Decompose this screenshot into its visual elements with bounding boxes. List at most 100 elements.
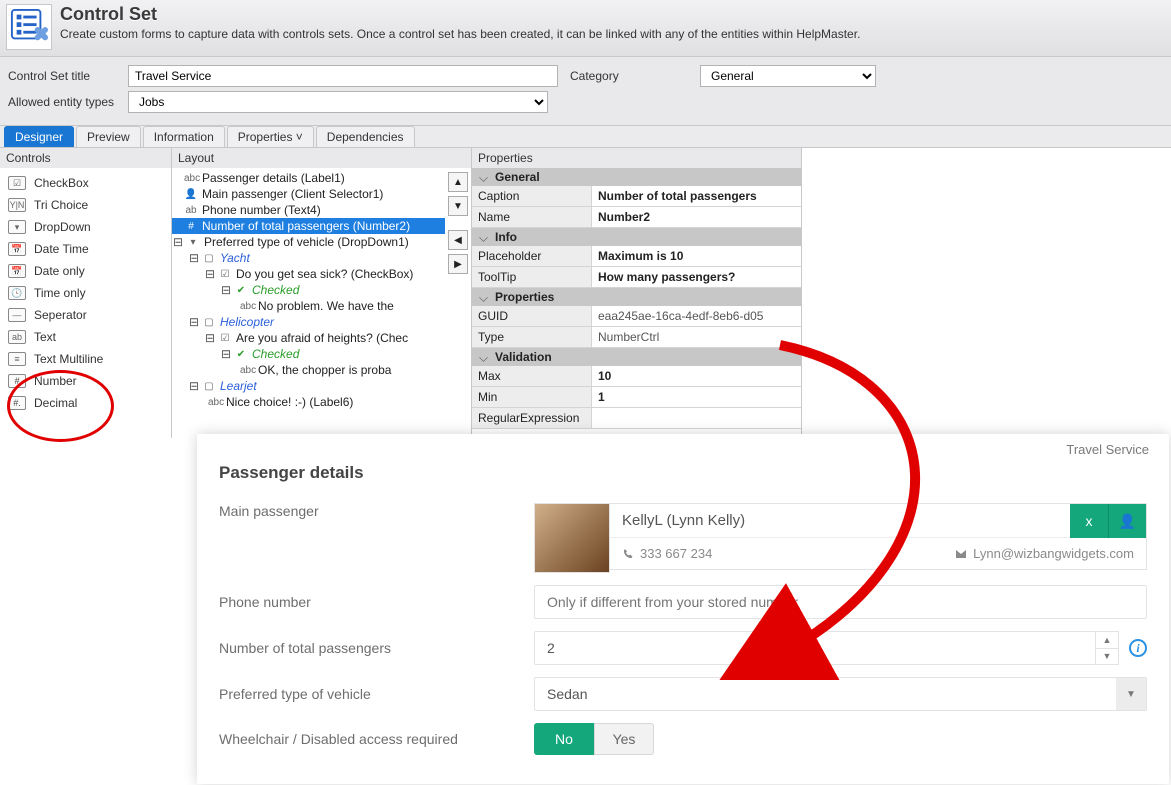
app-header: Control Set Create custom forms to captu… [0, 0, 1171, 57]
config-area: Control Set title Category General Allow… [0, 57, 1171, 126]
panel-headers: Controls Layout Properties [0, 148, 1171, 168]
toggle-yes-button[interactable]: Yes [594, 723, 654, 755]
prop-max-value[interactable]: 10 [592, 366, 801, 386]
control-label: Date Time [34, 242, 89, 256]
control-trichoice[interactable]: Y|NTri Choice [4, 194, 167, 216]
tree-node[interactable]: ⊟✔Checked [172, 282, 445, 298]
chevron-down-icon[interactable]: ▼ [1116, 678, 1146, 710]
tree-label: Number of total passengers (Number2) [202, 219, 410, 233]
control-checkbox[interactable]: ☑CheckBox [4, 172, 167, 194]
prop-regex-value[interactable] [592, 408, 801, 428]
tree-node[interactable]: abcNo problem. We have the [172, 298, 445, 314]
item-icon: ▢ [202, 317, 216, 328]
tree-node[interactable]: ⊟▾Preferred type of vehicle (DropDown1) [172, 234, 445, 250]
prop-caption-value[interactable]: Number of total passengers [592, 186, 801, 206]
control-multiline[interactable]: ≡Text Multiline [4, 348, 167, 370]
prop-section-general[interactable]: General [472, 168, 801, 186]
tree-node[interactable]: ⊟▢Helicopter [172, 314, 445, 330]
prop-name-value[interactable]: Number2 [592, 207, 801, 227]
tree-label: Checked [252, 283, 299, 297]
tab-dependencies[interactable]: Dependencies [316, 126, 415, 147]
controlset-icon [6, 4, 52, 50]
move-left-button[interactable]: ◀ [448, 230, 468, 250]
tab-information[interactable]: Information [143, 126, 225, 147]
num-passengers-input[interactable] [534, 631, 1095, 665]
prop-guid-value: eaa245ae-16ca-4edf-8eb6-d05 [592, 306, 801, 326]
tree-node-selected[interactable]: #Number of total passengers (Number2) [172, 218, 445, 234]
tree-node[interactable]: abcPassenger details (Label1) [172, 170, 445, 186]
phone-number-input[interactable] [534, 585, 1147, 619]
move-down-button[interactable]: ▼ [448, 196, 468, 216]
control-label: CheckBox [34, 176, 89, 190]
controls-panel-header: Controls [0, 148, 172, 168]
category-select[interactable]: General [700, 65, 876, 87]
prop-min-value[interactable]: 1 [592, 387, 801, 407]
number-icon: # [8, 374, 26, 388]
stepper-up-button[interactable]: ▲ [1096, 632, 1118, 649]
prop-name-label: Name [472, 207, 592, 227]
info-icon[interactable]: i [1129, 639, 1147, 657]
prop-type-value: NumberCtrl [592, 327, 801, 347]
control-label: Seperator [34, 308, 87, 322]
label-icon: abc [240, 301, 254, 312]
tab-preview[interactable]: Preview [76, 126, 141, 147]
tree-node[interactable]: ⊟▢Yacht [172, 250, 445, 266]
move-right-button[interactable]: ▶ [448, 254, 468, 274]
tree-label: Preferred type of vehicle (DropDown1) [204, 235, 409, 249]
tree-label: OK, the chopper is proba [258, 363, 391, 377]
layout-panel: abcPassenger details (Label1) 👤Main pass… [172, 168, 472, 438]
control-dropdown[interactable]: ▾ DropDown [4, 216, 167, 238]
control-timeonly[interactable]: 🕓Time only [4, 282, 167, 304]
entity-types-select[interactable]: Jobs [128, 91, 548, 113]
calendar-icon: 📅 [8, 242, 26, 256]
tree-node[interactable]: abPhone number (Text4) [172, 202, 445, 218]
control-text[interactable]: abText [4, 326, 167, 348]
mail-icon [955, 548, 967, 560]
prop-section-info[interactable]: Info [472, 228, 801, 246]
controls-panel: ☑CheckBox Y|NTri Choice ▾DropDown 📅Date … [0, 168, 172, 438]
vehicle-select[interactable]: Sedan [535, 678, 1116, 710]
prop-section-validation[interactable]: Validation [472, 348, 801, 366]
prop-placeholder-value[interactable]: Maximum is 10 [592, 246, 801, 266]
tree-node[interactable]: abcOK, the chopper is proba [172, 362, 445, 378]
tree-node[interactable]: abcNice choice! :-) (Label6) [172, 394, 445, 410]
tree-node[interactable]: ⊟✔Checked [172, 346, 445, 362]
control-label: Time only [34, 286, 86, 300]
prop-tooltip-value[interactable]: How many passengers? [592, 267, 801, 287]
control-seperator[interactable]: —Seperator [4, 304, 167, 326]
phone-icon [622, 548, 634, 560]
wheelchair-label: Wheelchair / Disabled access required [219, 731, 534, 747]
move-up-button[interactable]: ▲ [448, 172, 468, 192]
clear-contact-button[interactable]: x [1070, 504, 1108, 538]
prop-section-props[interactable]: Properties [472, 288, 801, 306]
tree-node[interactable]: 👤Main passenger (Client Selector1) [172, 186, 445, 202]
control-number[interactable]: #Number [4, 370, 167, 392]
properties-panel-header: Properties [472, 148, 802, 168]
checkbox-icon: ☑ [218, 333, 232, 344]
tree-label: Nice choice! :-) (Label6) [226, 395, 353, 409]
person-icon: 👤 [184, 189, 198, 200]
stepper-down-button[interactable]: ▼ [1096, 649, 1118, 665]
form-service-name: Travel Service [197, 434, 1169, 457]
tab-properties[interactable]: Properties ˅ [227, 126, 314, 147]
dropdown-icon: ▾ [8, 220, 26, 234]
select-contact-button[interactable]: 👤 [1108, 504, 1146, 538]
control-datetime[interactable]: 📅 Date Time [4, 238, 167, 260]
item-icon: ▢ [202, 381, 216, 392]
control-decimal[interactable]: #.Decimal [4, 392, 167, 414]
control-label: DropDown [34, 220, 91, 234]
prop-type-label: Type [472, 327, 592, 347]
toggle-no-button[interactable]: No [534, 723, 594, 755]
control-label: Decimal [34, 396, 77, 410]
control-dateonly[interactable]: 📅Date only [4, 260, 167, 282]
tree-label: Are you afraid of heights? (Chec [236, 331, 408, 345]
tab-designer[interactable]: Designer [4, 126, 74, 147]
date-icon: 📅 [8, 264, 26, 278]
controlset-title-input[interactable] [128, 65, 558, 87]
layout-panel-header: Layout [172, 148, 472, 168]
phone-number-label: Phone number [219, 594, 534, 610]
tree-node[interactable]: ⊟▢Learjet [172, 378, 445, 394]
tree-node[interactable]: ⊟☑Are you afraid of heights? (Chec [172, 330, 445, 346]
num-passengers-label: Number of total passengers [219, 640, 534, 656]
tree-node[interactable]: ⊟☑Do you get sea sick? (CheckBox) [172, 266, 445, 282]
